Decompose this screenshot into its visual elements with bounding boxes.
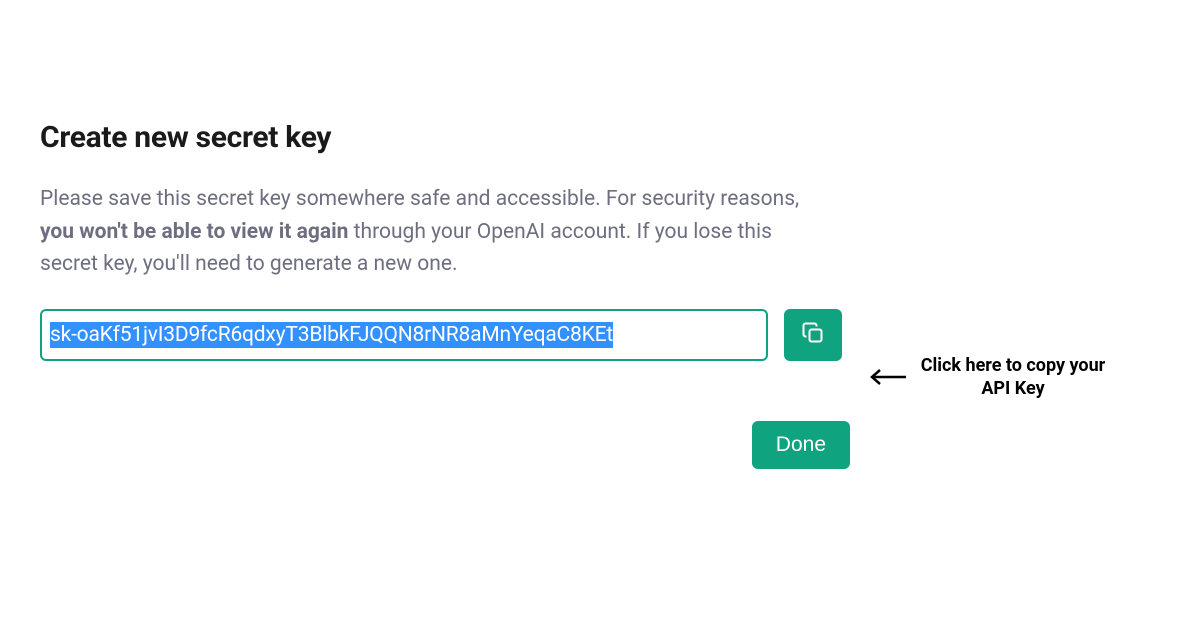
create-secret-key-modal: Create new secret key Please save this s… (40, 120, 850, 469)
copy-button[interactable] (784, 309, 842, 361)
modal-title: Create new secret key (40, 120, 850, 155)
copy-icon (801, 321, 825, 348)
done-button[interactable]: Done (752, 421, 850, 469)
copy-annotation: Click here to copy your API Key (868, 354, 1108, 401)
arrow-left-icon (868, 367, 908, 387)
description-text-1: Please save this secret key somewhere sa… (40, 187, 799, 211)
modal-footer: Done (40, 421, 850, 469)
secret-key-input[interactable]: sk-oaKf51jvI3D9fcR6qdxyT3BlbkFJQQN8rNR8a… (40, 309, 768, 361)
secret-key-value: sk-oaKf51jvI3D9fcR6qdxyT3BlbkFJQQN8rNR8a… (50, 322, 613, 348)
annotation-text: Click here to copy your API Key (918, 354, 1108, 401)
modal-description: Please save this secret key somewhere sa… (40, 183, 800, 281)
description-bold: you won't be able to view it again (40, 220, 348, 244)
secret-key-row: sk-oaKf51jvI3D9fcR6qdxyT3BlbkFJQQN8rNR8a… (40, 309, 850, 361)
